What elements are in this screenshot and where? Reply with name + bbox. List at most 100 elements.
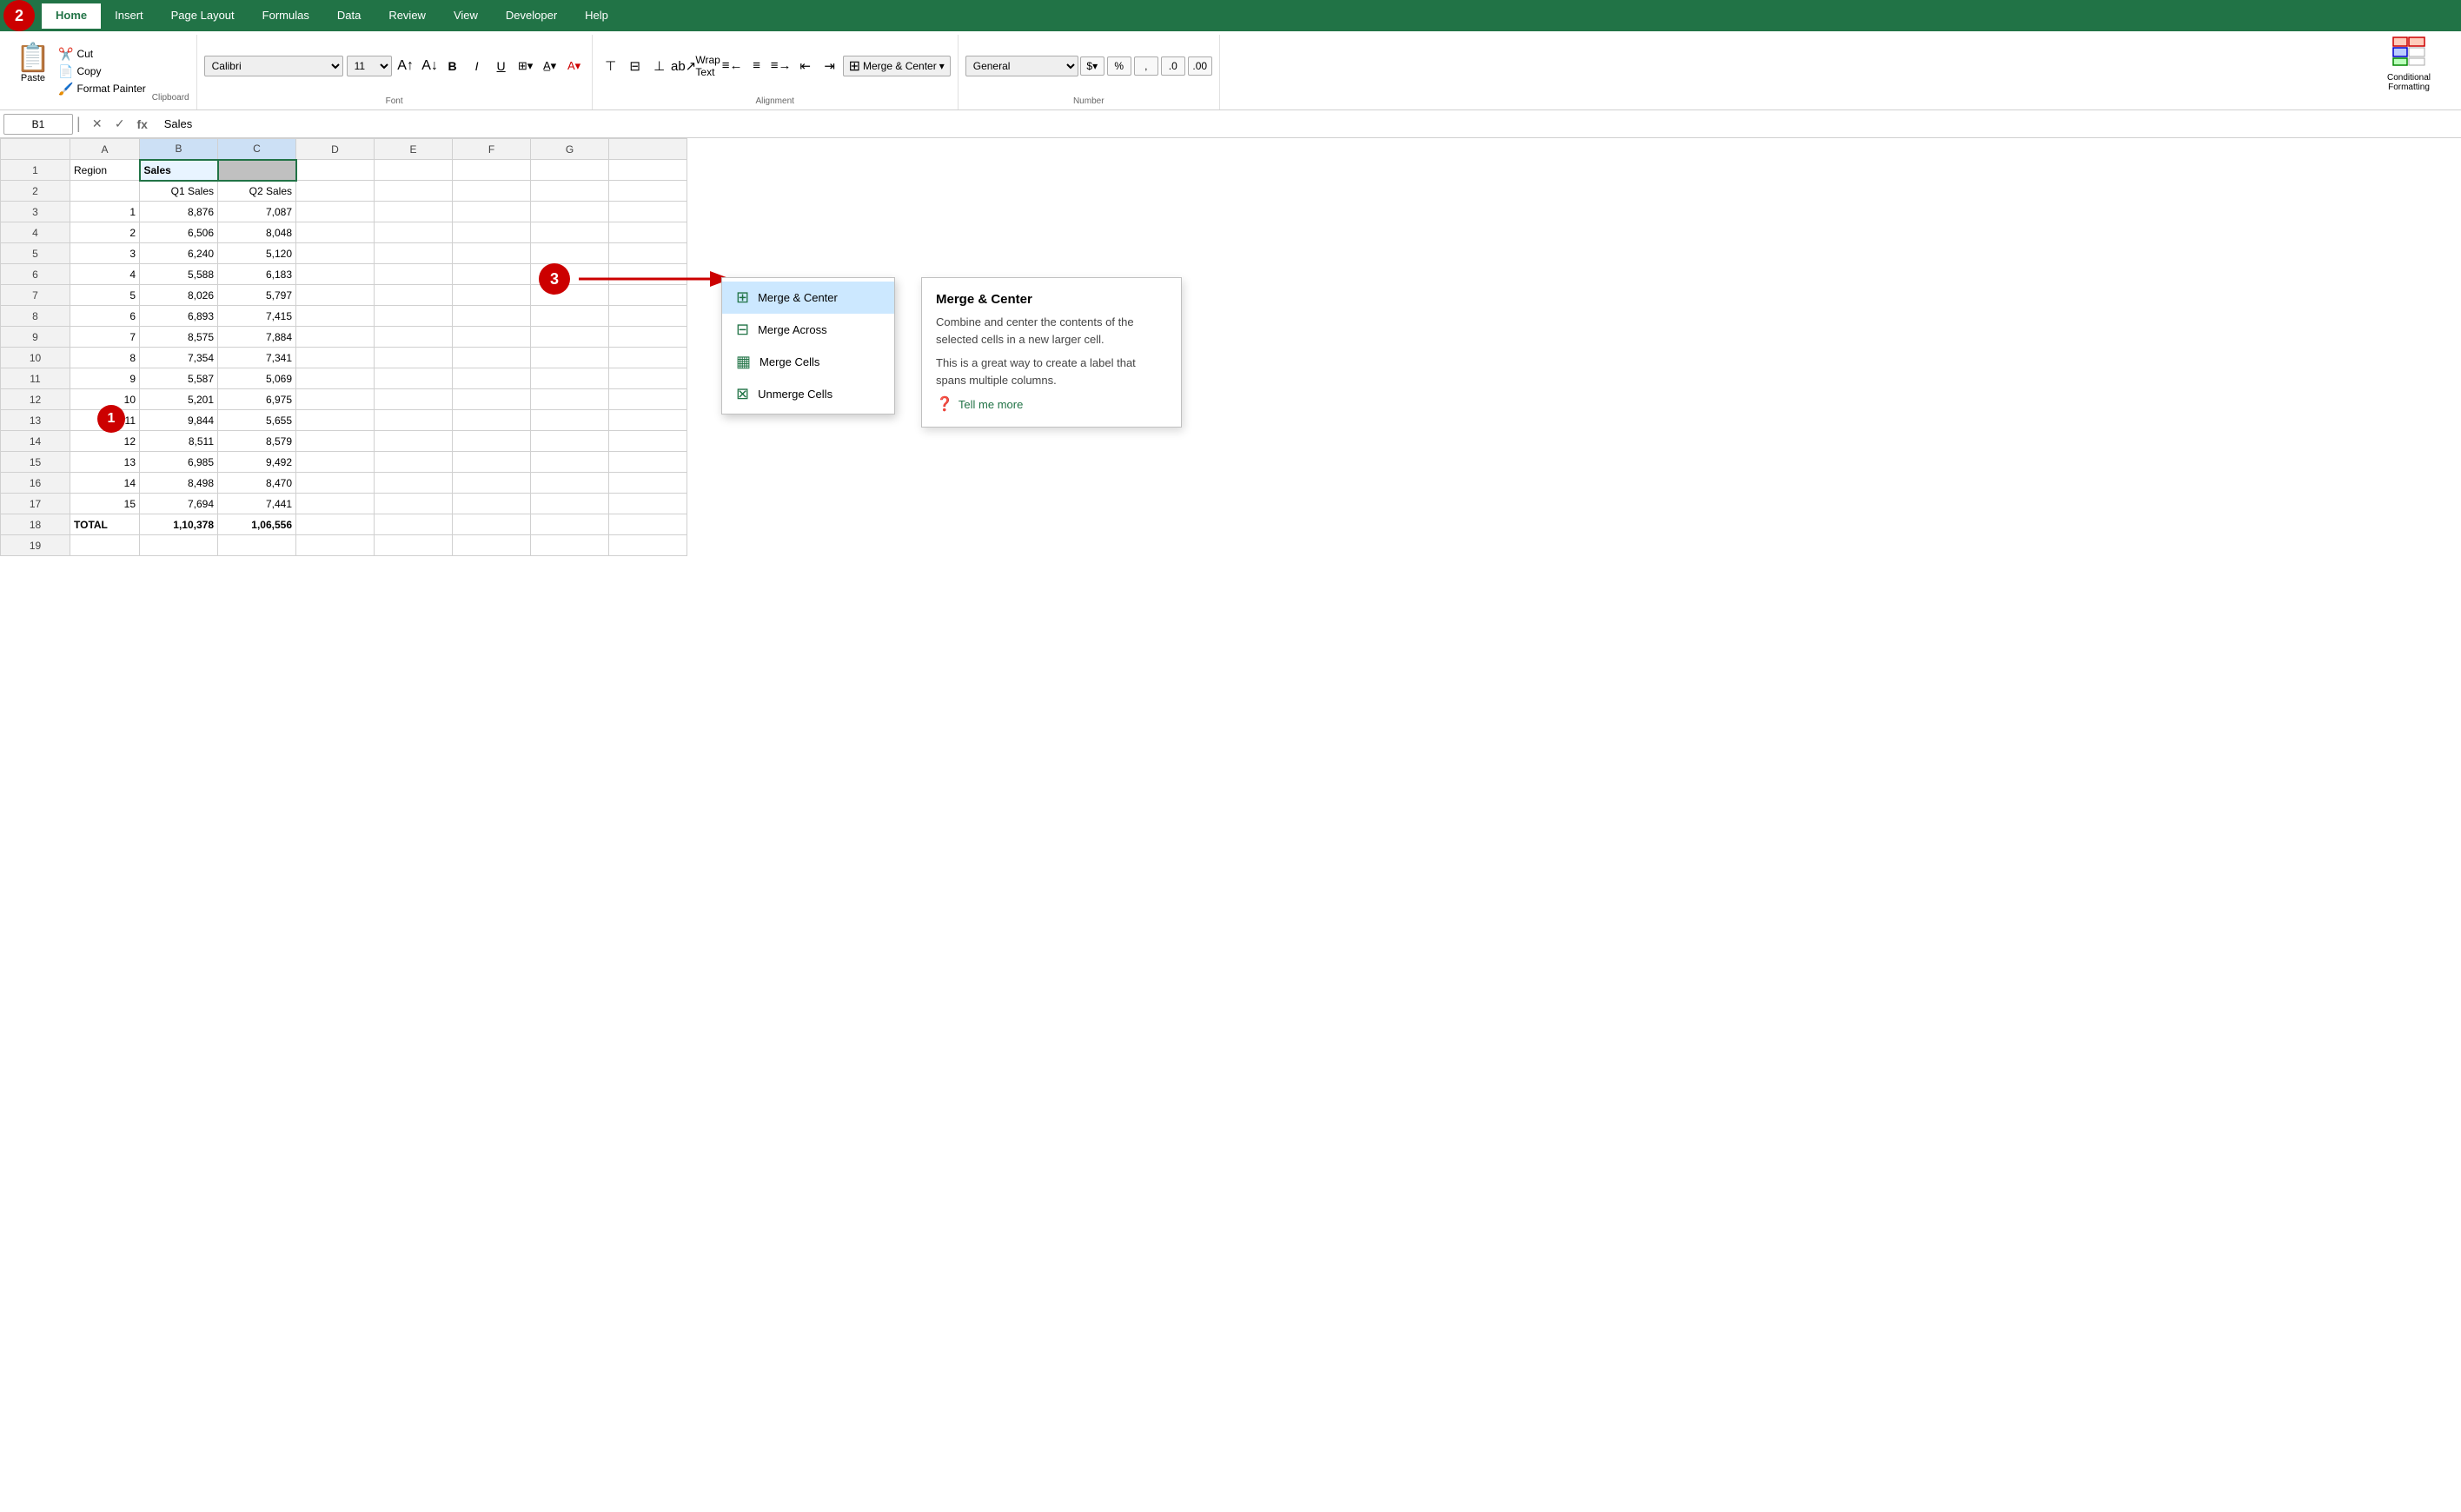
cell-extra[interactable] — [609, 368, 687, 389]
cell-extra[interactable] — [609, 389, 687, 410]
cell-g15[interactable] — [531, 452, 609, 473]
format-painter-button[interactable]: 🖌️ Format Painter — [56, 81, 149, 97]
cell-c11[interactable]: 5,069 — [218, 368, 296, 389]
cut-button[interactable]: ✂️ Cut — [56, 46, 149, 63]
cell-extra[interactable] — [609, 473, 687, 494]
row-number[interactable]: 16 — [1, 473, 70, 494]
cell-extra[interactable] — [609, 181, 687, 202]
cell-g18[interactable] — [531, 514, 609, 535]
col-header-c[interactable]: C — [218, 139, 296, 160]
row-number[interactable]: 11 — [1, 368, 70, 389]
cell-a1[interactable]: Region — [70, 160, 140, 181]
cell-f10[interactable] — [453, 348, 531, 368]
cell-d4[interactable] — [296, 222, 375, 243]
cell-d9[interactable] — [296, 327, 375, 348]
cell-c3[interactable]: 7,087 — [218, 202, 296, 222]
col-header-a[interactable]: A — [70, 139, 140, 160]
cell-b11[interactable]: 5,587 — [140, 368, 218, 389]
row-number[interactable]: 6 — [1, 264, 70, 285]
cell-g14[interactable] — [531, 431, 609, 452]
borders-button[interactable]: ⊞▾ — [515, 56, 536, 76]
cell-f2[interactable] — [453, 181, 531, 202]
cell-c2[interactable]: Q2 Sales — [218, 181, 296, 202]
cell-g3[interactable] — [531, 202, 609, 222]
merge-center-dropdown-item[interactable]: ⊞ Merge & Center — [722, 282, 894, 314]
cell-c18[interactable]: 1,06,556 — [218, 514, 296, 535]
cell-e1[interactable] — [375, 160, 453, 181]
cell-a18[interactable]: TOTAL — [70, 514, 140, 535]
align-right-button[interactable]: ≡→ — [770, 56, 793, 76]
cell-e11[interactable] — [375, 368, 453, 389]
cell-d10[interactable] — [296, 348, 375, 368]
cell-a9[interactable]: 7 — [70, 327, 140, 348]
accounting-button[interactable]: $▾ — [1080, 56, 1104, 76]
cell-b16[interactable]: 8,498 — [140, 473, 218, 494]
cell-c16[interactable]: 8,470 — [218, 473, 296, 494]
cell-e3[interactable] — [375, 202, 453, 222]
cell-extra[interactable] — [609, 410, 687, 431]
cell-e9[interactable] — [375, 327, 453, 348]
tab-help[interactable]: Help — [571, 3, 622, 29]
merge-across-dropdown-item[interactable]: ⊟ Merge Across — [722, 314, 894, 346]
row-number[interactable]: 10 — [1, 348, 70, 368]
cell-f9[interactable] — [453, 327, 531, 348]
cell-extra[interactable] — [609, 306, 687, 327]
merge-center-dropdown-icon[interactable]: ▾ — [939, 60, 945, 72]
row-number[interactable]: 7 — [1, 285, 70, 306]
cell-extra[interactable] — [609, 452, 687, 473]
conditional-formatting-button[interactable]: Conditional Formatting — [2367, 36, 2451, 90]
cell-g11[interactable] — [531, 368, 609, 389]
cell-c4[interactable]: 8,048 — [218, 222, 296, 243]
cell-e8[interactable] — [375, 306, 453, 327]
tab-formulas[interactable]: Formulas — [249, 3, 323, 29]
row-number[interactable]: 12 — [1, 389, 70, 410]
cell-a7[interactable]: 5 — [70, 285, 140, 306]
col-header-d[interactable]: D — [296, 139, 375, 160]
decrease-indent-button[interactable]: ⇤ — [794, 56, 817, 76]
cell-b12[interactable]: 5,201 — [140, 389, 218, 410]
tooltip-more-link[interactable]: ❓ Tell me more — [936, 395, 1167, 413]
align-top-button[interactable]: ⊤ — [600, 56, 622, 76]
cell-b14[interactable]: 8,511 — [140, 431, 218, 452]
cell-f18[interactable] — [453, 514, 531, 535]
cell-b13[interactable]: 9,844 — [140, 410, 218, 431]
shrink-font-button[interactable]: A↓ — [420, 56, 441, 76]
cell-d1[interactable] — [296, 160, 375, 181]
cell-f6[interactable] — [453, 264, 531, 285]
copy-button[interactable]: 📄 Copy — [56, 63, 149, 80]
row-number[interactable]: 15 — [1, 452, 70, 473]
cell-f4[interactable] — [453, 222, 531, 243]
orientation-button[interactable]: ab↗ — [673, 56, 695, 76]
row-number[interactable]: 8 — [1, 306, 70, 327]
cell-e15[interactable] — [375, 452, 453, 473]
row-number[interactable]: 3 — [1, 202, 70, 222]
cell-a5[interactable]: 3 — [70, 243, 140, 264]
cell-e5[interactable] — [375, 243, 453, 264]
cell-b7[interactable]: 8,026 — [140, 285, 218, 306]
cell-a2[interactable] — [70, 181, 140, 202]
cell-d7[interactable] — [296, 285, 375, 306]
tab-developer[interactable]: Developer — [492, 3, 571, 29]
cell-g5[interactable] — [531, 243, 609, 264]
cell-d19[interactable] — [296, 535, 375, 556]
comma-button[interactable]: , — [1134, 56, 1158, 76]
cell-g2[interactable] — [531, 181, 609, 202]
cell-c15[interactable]: 9,492 — [218, 452, 296, 473]
cell-d6[interactable] — [296, 264, 375, 285]
tab-view[interactable]: View — [440, 3, 492, 29]
cell-e13[interactable] — [375, 410, 453, 431]
cell-f8[interactable] — [453, 306, 531, 327]
cell-b1[interactable]: Sales — [140, 160, 218, 181]
cell-a10[interactable]: 8 — [70, 348, 140, 368]
cell-g19[interactable] — [531, 535, 609, 556]
increase-indent-button[interactable]: ⇥ — [819, 56, 841, 76]
cell-g1[interactable] — [531, 160, 609, 181]
unmerge-cells-dropdown-item[interactable]: ⊠ Unmerge Cells — [722, 378, 894, 410]
cell-e14[interactable] — [375, 431, 453, 452]
cell-c10[interactable]: 7,341 — [218, 348, 296, 368]
cell-a16[interactable]: 14 — [70, 473, 140, 494]
merge-cells-dropdown-item[interactable]: ▦ Merge Cells — [722, 346, 894, 378]
row-number[interactable]: 19 — [1, 535, 70, 556]
cell-e19[interactable] — [375, 535, 453, 556]
cell-a6[interactable]: 4 — [70, 264, 140, 285]
